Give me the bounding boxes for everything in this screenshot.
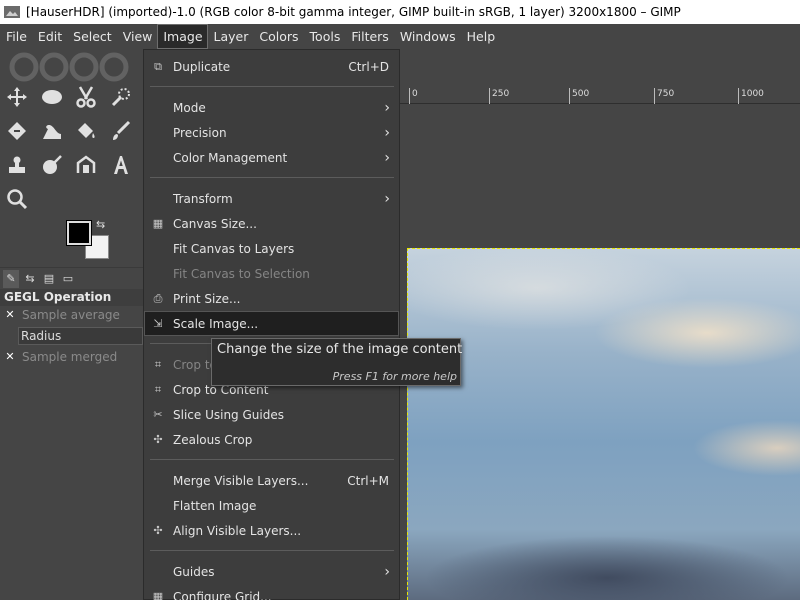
menu-item-mode[interactable]: Mode › (144, 95, 399, 120)
image-canvas[interactable] (407, 248, 800, 600)
text-icon[interactable] (106, 150, 136, 180)
color-swatches[interactable]: ⇆ (66, 218, 111, 261)
bucket-fill-icon[interactable] (71, 116, 101, 146)
menu-item-align-visible[interactable]: ✣ Align Visible Layers... (144, 518, 399, 543)
chevron-right-icon: › (384, 563, 390, 580)
menu-separator (150, 177, 394, 178)
images-tab-icon[interactable]: ▭ (60, 270, 76, 288)
swap-colors-icon[interactable]: ⇆ (96, 218, 105, 231)
menu-item-color-management[interactable]: Color Management › (144, 145, 399, 170)
menu-windows[interactable]: Windows (394, 24, 461, 49)
paintbrush-icon[interactable] (106, 116, 136, 146)
menu-select[interactable]: Select (67, 24, 117, 49)
tool-options-tab-icon[interactable]: ✎ (3, 269, 19, 288)
ellipse-select-icon[interactable] (37, 82, 67, 112)
menu-edit[interactable]: Edit (32, 24, 67, 49)
menu-separator (150, 86, 394, 87)
duplicate-icon: ⧉ (154, 59, 162, 73)
menu-view[interactable]: View (117, 24, 158, 49)
menu-item-print-size[interactable]: ⎙ Print Size... (144, 286, 399, 311)
transform-icon[interactable] (2, 116, 32, 146)
device-status-tab-icon[interactable]: ⇆ (22, 270, 38, 288)
window-title: [HauserHDR] (imported)-1.0 (RGB color 8-… (26, 5, 681, 19)
menu-separator (150, 459, 394, 460)
menu-item-transform[interactable]: Transform › (144, 186, 399, 211)
menu-item-zealous-crop[interactable]: ✣ Zealous Crop (144, 427, 399, 452)
menu-item-duplicate[interactable]: ⧉ Duplicate Ctrl+D (144, 54, 399, 79)
gimp-app-icon (4, 6, 20, 18)
scale-icon: ⇲ (153, 317, 163, 330)
menu-item-guides[interactable]: Guides › (144, 559, 399, 584)
title-bar: [HauserHDR] (imported)-1.0 (RGB color 8-… (0, 0, 800, 24)
menu-item-canvas-size[interactable]: ▦ Canvas Size... (144, 211, 399, 236)
canvas-size-icon: ▦ (152, 217, 164, 230)
align-icon: ✣ (153, 524, 163, 537)
chevron-right-icon: › (384, 124, 390, 141)
warp-icon[interactable] (37, 116, 67, 146)
ruler-label: 750 (657, 89, 675, 99)
menu-layer[interactable]: Layer (208, 24, 254, 49)
chevron-right-icon: › (384, 190, 390, 207)
printer-icon: ⎙ (153, 291, 163, 305)
foreground-color[interactable] (66, 220, 92, 246)
tooltip: Change the size of the image content Pre… (211, 338, 463, 386)
tooltip-text: Change the size of the image content (217, 342, 463, 357)
image-menu: ⧉ Duplicate Ctrl+D Mode › Precision › Co… (143, 49, 400, 600)
smudge-icon[interactable] (37, 150, 67, 180)
zoom-icon[interactable] (2, 184, 32, 214)
ruler-label: 1000 (741, 89, 764, 99)
radius-field[interactable]: Radius (18, 327, 143, 345)
menu-item-fit-canvas-layers[interactable]: Fit Canvas to Layers (144, 236, 399, 261)
sample-average-label: Sample average (22, 308, 120, 322)
checkbox-x-icon[interactable]: ✕ (4, 309, 16, 321)
paths-icon[interactable] (71, 150, 101, 180)
chevron-right-icon: › (384, 149, 390, 166)
wilber-logo (9, 52, 129, 82)
ruler-label: 0 (412, 89, 418, 99)
fuzzy-select-icon[interactable] (106, 82, 136, 112)
menu-image[interactable]: Image (157, 24, 208, 49)
sample-merged-label: Sample merged (22, 350, 118, 364)
scissors-icon[interactable] (71, 82, 101, 112)
menu-item-precision[interactable]: Precision › (144, 120, 399, 145)
menu-filters[interactable]: Filters (345, 24, 393, 49)
grid-icon: ▦ (152, 590, 164, 600)
sample-merged-option[interactable]: ✕ Sample merged (4, 349, 117, 365)
move-icon[interactable] (2, 82, 32, 112)
menu-help[interactable]: Help (461, 24, 501, 49)
tool-options-title: GEGL Operation (0, 289, 143, 306)
chevron-right-icon: › (384, 99, 390, 116)
menu-file[interactable]: File (0, 24, 32, 49)
checkbox-x-icon[interactable]: ✕ (4, 351, 16, 363)
menu-bar: File Edit Select View Image Layer Colors… (0, 24, 800, 49)
slice-icon: ✂ (153, 408, 163, 421)
menu-item-configure-grid[interactable]: ▦ Configure Grid... (144, 584, 399, 600)
clone-icon[interactable] (2, 150, 32, 180)
menu-item-merge-visible[interactable]: Merge Visible Layers... Ctrl+M (144, 468, 399, 493)
menu-item-slice-guides[interactable]: ✂ Slice Using Guides (144, 402, 399, 427)
menu-tools[interactable]: Tools (304, 24, 346, 49)
ruler-label: 500 (572, 89, 590, 99)
dock-tabs: ✎ ⇆ ▤ ▭ (0, 267, 143, 289)
ruler-label: 250 (492, 89, 510, 99)
tooltip-hint: Press F1 for more help (332, 370, 457, 383)
crop-icon: ⌗ (154, 357, 162, 371)
undo-history-tab-icon[interactable]: ▤ (41, 270, 57, 288)
zealous-crop-icon: ✣ (153, 433, 163, 446)
toolbox: ⇆ ✎ ⇆ ▤ ▭ GEGL Operation ✕ Sample averag… (0, 49, 143, 600)
crop-icon: ⌗ (154, 382, 162, 396)
horizontal-ruler[interactable]: 0 250 500 750 1000 (400, 88, 800, 104)
menu-item-flatten[interactable]: Flatten Image (144, 493, 399, 518)
menu-item-fit-canvas-selection[interactable]: Fit Canvas to Selection (144, 261, 399, 286)
menu-item-scale-image[interactable]: ⇲ Scale Image... (144, 311, 399, 336)
menu-separator (150, 550, 394, 551)
sample-average-option[interactable]: ✕ Sample average (4, 307, 120, 323)
menu-colors[interactable]: Colors (253, 24, 303, 49)
